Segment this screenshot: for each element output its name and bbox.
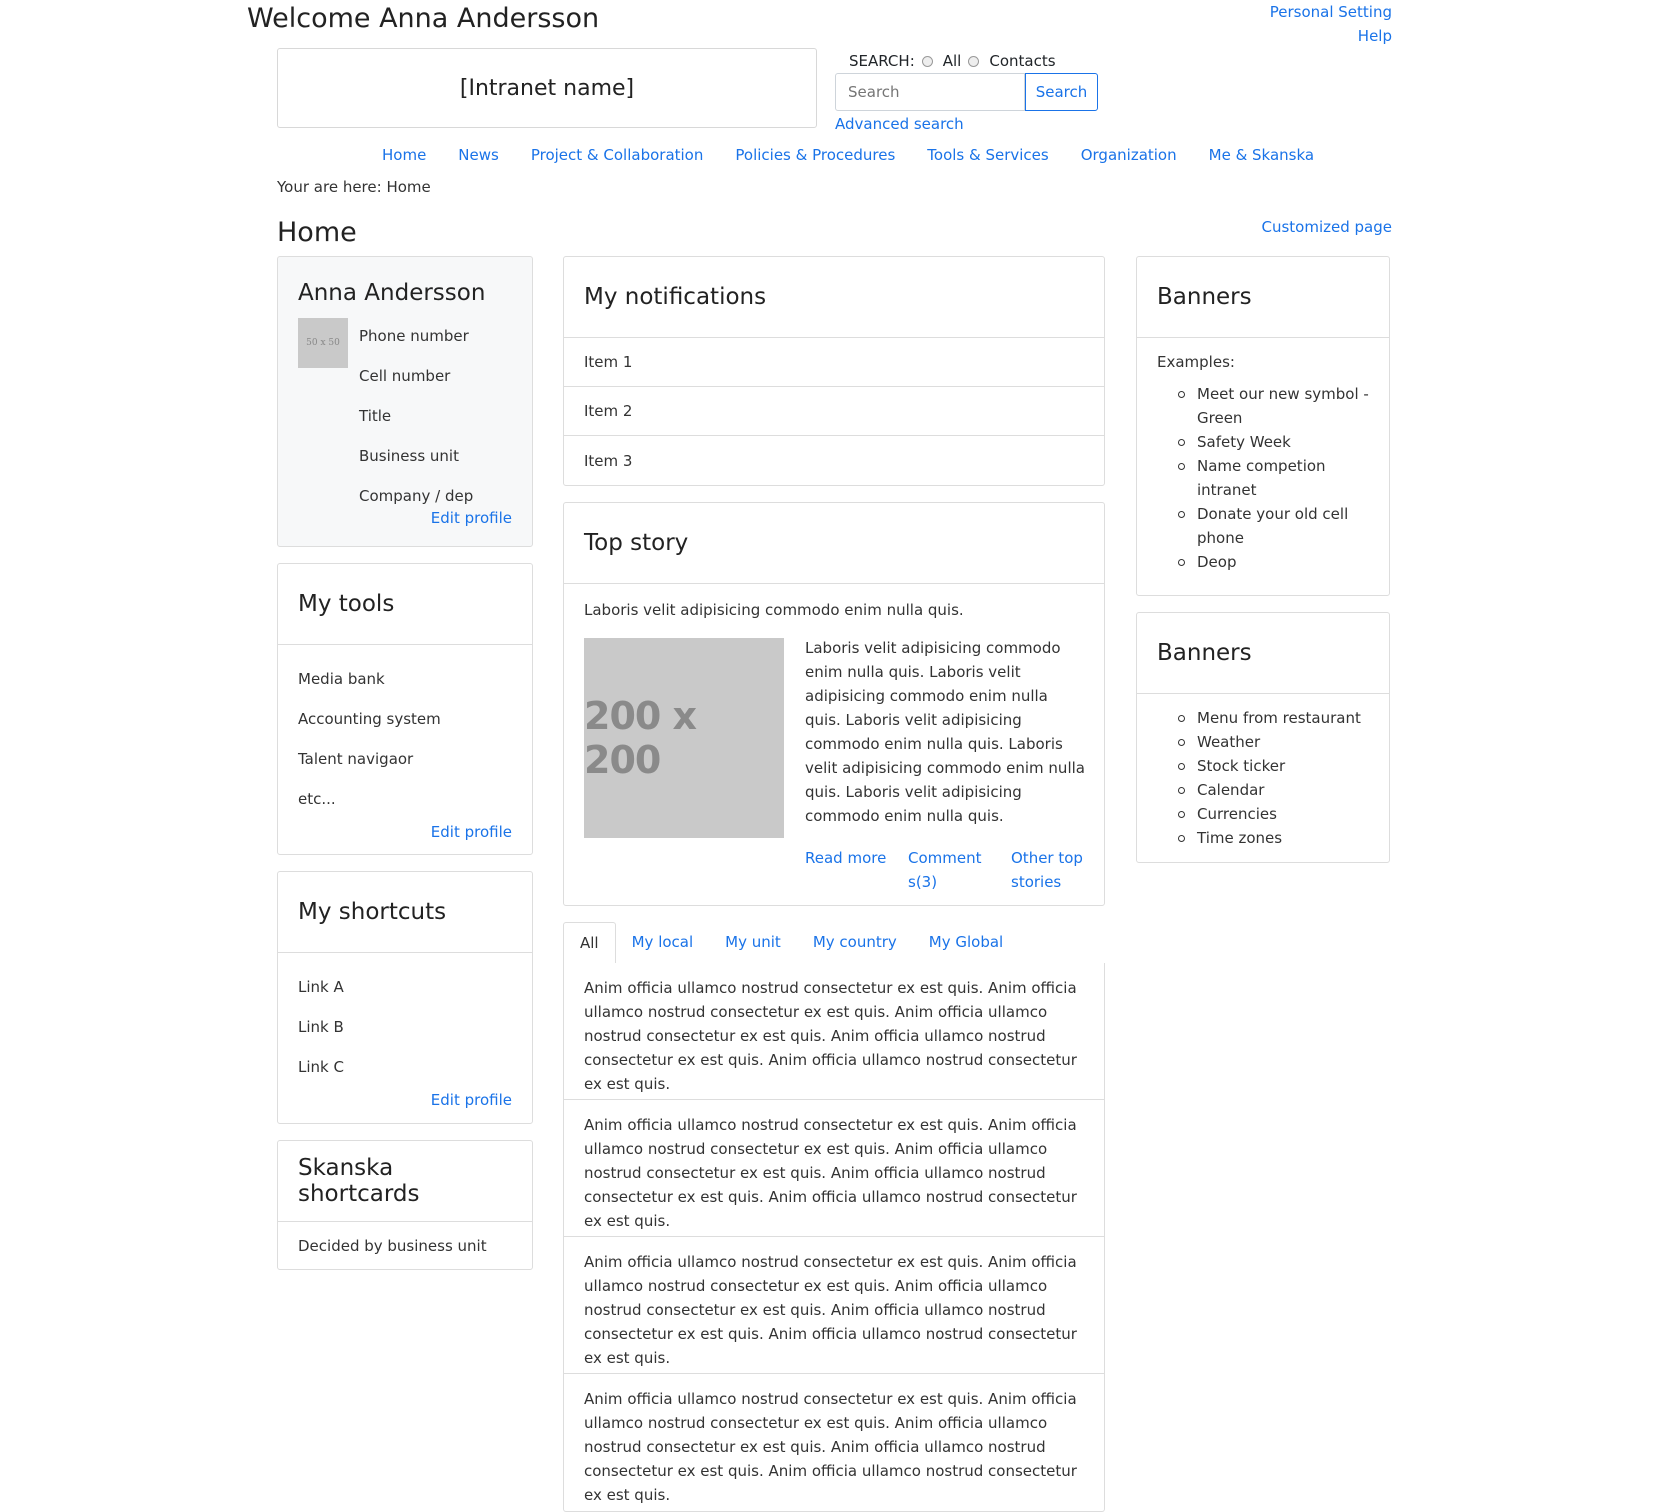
nav-item-tools-services[interactable]: Tools & Services xyxy=(927,144,1048,166)
main-nav: Home News Project & Collaboration Polici… xyxy=(382,144,1314,166)
banner-item[interactable]: Stock ticker xyxy=(1178,754,1369,778)
banner-item[interactable]: Menu from restaurant xyxy=(1178,706,1369,730)
radio-all-label: All xyxy=(942,52,962,70)
skanska-text: Decided by business unit xyxy=(298,1237,487,1255)
card-title: My notifications xyxy=(564,257,1104,338)
card-title: Banners xyxy=(1137,257,1389,338)
tab-my-unit[interactable]: My unit xyxy=(709,922,797,963)
intranet-name: [Intranet name] xyxy=(459,75,635,101)
edit-tools-link[interactable]: Edit profile xyxy=(431,823,512,841)
tool-item[interactable]: etc... xyxy=(298,779,512,819)
personal-setting-link[interactable]: Personal Setting xyxy=(1270,0,1392,24)
breadcrumb: Your are here: Home xyxy=(277,178,431,196)
profile-cell: Cell number xyxy=(359,367,451,385)
news-tabs: All My local My unit My country My Globa… xyxy=(563,922,1105,964)
skanska-shortcards-card: Skanska shortcards Decided by business u… xyxy=(277,1140,533,1270)
nav-item-home[interactable]: Home xyxy=(382,144,426,166)
tab-my-country[interactable]: My country xyxy=(797,922,913,963)
banner-list: Menu from restaurant Weather Stock ticke… xyxy=(1157,706,1369,850)
card-title: My tools xyxy=(278,564,532,645)
edit-profile-link[interactable]: Edit profile xyxy=(431,509,512,527)
profile-business-unit: Business unit xyxy=(359,447,459,465)
banner-item[interactable]: Weather xyxy=(1178,730,1369,754)
notifications-card: My notifications Item 1 Item 2 Item 3 xyxy=(563,256,1105,486)
help-link[interactable]: Help xyxy=(1270,24,1392,48)
search-button[interactable]: Search xyxy=(1025,73,1098,111)
notification-item[interactable]: Item 2 xyxy=(564,387,1104,436)
search-scope: SEARCH: All Contacts xyxy=(849,50,1056,72)
feed-item: Anim officia ullamco nostrud consectetur… xyxy=(564,1237,1104,1374)
notification-item[interactable]: Item 1 xyxy=(564,338,1104,387)
nav-item-me-skanska[interactable]: Me & Skanska xyxy=(1209,144,1314,166)
banner-item[interactable]: Safety Week xyxy=(1178,430,1369,454)
tab-my-local[interactable]: My local xyxy=(616,922,710,963)
top-story-body: Laboris velit adipisicing commodo enim n… xyxy=(805,639,1085,825)
read-more-link[interactable]: Read more xyxy=(805,846,908,894)
feed-item: Anim officia ullamco nostrud consectetur… xyxy=(564,963,1104,1100)
feed-item: Anim officia ullamco nostrud consectetur… xyxy=(584,1390,1077,1504)
banner-list: Meet our new symbol - Green Safety Week … xyxy=(1157,382,1369,574)
banner-item[interactable]: Name competion intranet xyxy=(1178,454,1369,502)
banners-card: Banners Examples: Meet our new symbol - … xyxy=(1136,256,1390,596)
feed-item: Anim officia ullamco nostrud consectetur… xyxy=(564,1100,1104,1237)
tab-my-global[interactable]: My Global xyxy=(913,922,1019,963)
banners-intro: Examples: xyxy=(1157,353,1235,371)
banner-item[interactable]: Donate your old cell phone xyxy=(1178,502,1369,550)
card-title: Skanska shortcards xyxy=(278,1141,532,1222)
top-links: Personal Setting Help xyxy=(1270,0,1392,48)
profile-title: Title xyxy=(359,407,392,425)
profile-fields: Phone number Cell number Title Business … xyxy=(359,316,473,516)
profile-card: Anna Andersson 50 x 50 Phone number Cell… xyxy=(277,256,533,547)
radio-all[interactable] xyxy=(921,55,933,67)
tool-item[interactable]: Media bank xyxy=(298,659,512,699)
comments-link[interactable]: Comment s(3) xyxy=(908,846,1011,894)
profile-name: Anna Andersson xyxy=(298,280,486,306)
advanced-search-link[interactable]: Advanced search xyxy=(835,113,964,135)
edit-shortcuts-link[interactable]: Edit profile xyxy=(431,1091,512,1109)
search-input[interactable] xyxy=(835,73,1025,111)
other-stories-link[interactable]: Other top stories xyxy=(1011,846,1114,894)
card-title: My shortcuts xyxy=(278,872,532,953)
top-story-image: 200 x 200 xyxy=(584,638,784,838)
card-title: Top story xyxy=(564,503,1104,584)
intranet-name-box: [Intranet name] xyxy=(277,48,817,128)
banner-item[interactable]: Currencies xyxy=(1178,802,1369,826)
tool-item[interactable]: Talent navigaor xyxy=(298,739,512,779)
image-placeholder-text: 200 x 200 xyxy=(584,694,697,782)
my-tools-card: My tools Media bank Accounting system Ta… xyxy=(277,563,533,855)
search-label: SEARCH: xyxy=(849,52,915,70)
nav-item-organization[interactable]: Organization xyxy=(1081,144,1177,166)
avatar: 50 x 50 xyxy=(298,318,348,368)
notification-item[interactable]: Item 3 xyxy=(564,436,1104,485)
nav-item-policies-procedures[interactable]: Policies & Procedures xyxy=(735,144,895,166)
profile-phone: Phone number xyxy=(359,327,469,345)
top-story-links: Read more Comment s(3) Other top stories xyxy=(805,846,1114,894)
top-story-card: Top story Laboris velit adipisicing comm… xyxy=(563,502,1105,906)
shortcut-item[interactable]: Link C xyxy=(298,1047,512,1087)
tool-item[interactable]: Accounting system xyxy=(298,699,512,739)
news-feed: Anim officia ullamco nostrud consectetur… xyxy=(563,963,1105,1512)
tab-all[interactable]: All xyxy=(563,922,616,964)
shortcut-item[interactable]: Link B xyxy=(298,1007,512,1047)
avatar-placeholder-text: 50 x 50 xyxy=(306,338,340,348)
page-title: Home xyxy=(277,217,357,248)
card-title: Banners xyxy=(1137,613,1389,694)
banner-item[interactable]: Time zones xyxy=(1178,826,1369,850)
radio-contacts-label: Contacts xyxy=(989,52,1056,70)
welcome-heading: Welcome Anna Andersson xyxy=(247,3,600,34)
top-story-lead: Laboris velit adipisicing commodo enim n… xyxy=(584,601,964,619)
radio-contacts[interactable] xyxy=(968,55,980,67)
banners-card-2: Banners Menu from restaurant Weather Sto… xyxy=(1136,612,1390,863)
customized-page-link[interactable]: Customized page xyxy=(1262,216,1393,238)
nav-item-project-collaboration[interactable]: Project & Collaboration xyxy=(531,144,704,166)
my-shortcuts-card: My shortcuts Link A Link B Link C Edit p… xyxy=(277,871,533,1124)
banner-item[interactable]: Calendar xyxy=(1178,778,1369,802)
shortcut-item[interactable]: Link A xyxy=(298,967,512,1007)
nav-item-news[interactable]: News xyxy=(458,144,499,166)
banner-item[interactable]: Meet our new symbol - Green xyxy=(1178,382,1369,430)
banner-item[interactable]: Deop xyxy=(1178,550,1369,574)
